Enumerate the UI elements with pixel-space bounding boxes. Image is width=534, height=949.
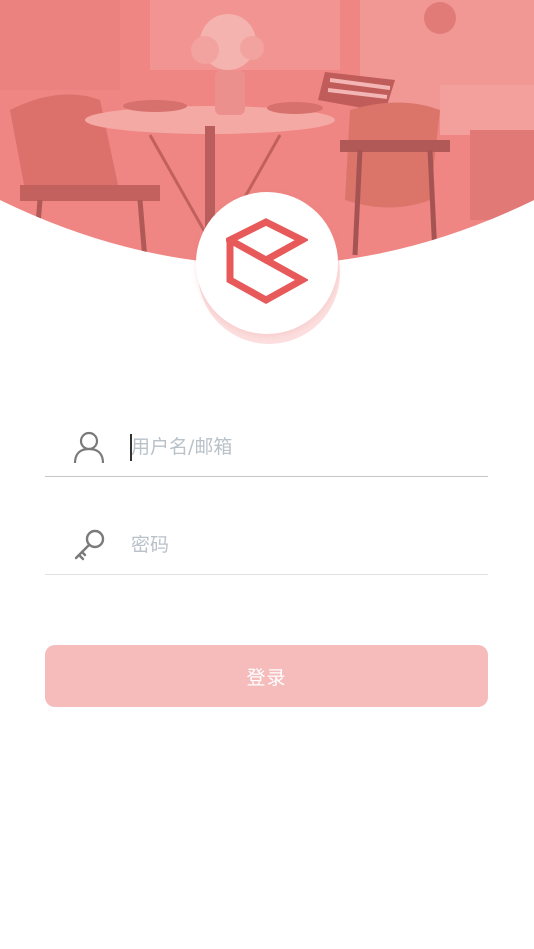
username-input[interactable] [129, 428, 481, 466]
password-input[interactable] [129, 526, 481, 564]
password-row [45, 516, 488, 575]
username-row [45, 418, 488, 477]
key-icon [74, 529, 105, 561]
user-icon [73, 431, 105, 464]
brand-logo-icon [226, 218, 308, 305]
login-button[interactable]: 登录 [45, 645, 488, 707]
text-cursor [130, 434, 132, 461]
